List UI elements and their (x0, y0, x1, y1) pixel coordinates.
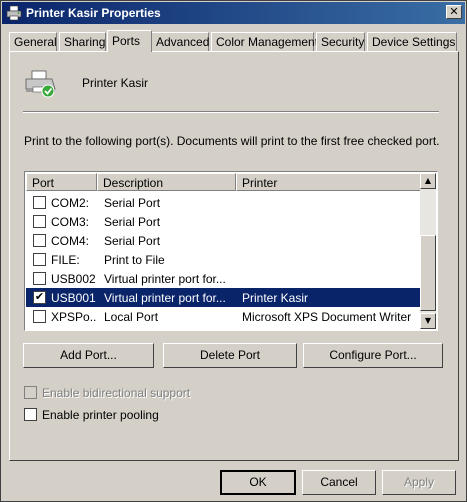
port-name: USB001 (51, 291, 96, 305)
port-row-com4[interactable]: COM4: Serial Port (26, 231, 422, 250)
port-row-file[interactable]: FILE: Print to File (26, 250, 422, 269)
port-name: COM3: (51, 215, 90, 229)
bidirectional-checkbox (24, 386, 37, 399)
printer-name: Printer Kasir (82, 76, 149, 90)
port-row-xpsport[interactable]: XPSPo... Local Port Microsoft XPS Docume… (26, 307, 422, 326)
port-checkbox-checked[interactable]: ✔ (33, 291, 46, 304)
bidirectional-label: Enable bidirectional support (42, 386, 191, 400)
arrow-up-icon: ▲ (424, 176, 432, 185)
apply-button: Apply (382, 470, 456, 495)
port-row-com3[interactable]: COM3: Serial Port (26, 212, 422, 231)
column-port[interactable]: Port (26, 173, 97, 191)
scroll-down-button[interactable]: ▼ (420, 313, 436, 329)
port-description: Print to File (104, 253, 165, 267)
checkmark-icon: ✔ (34, 291, 45, 303)
port-name: COM4: (51, 234, 90, 248)
scroll-up-button[interactable]: ▲ (420, 173, 436, 189)
port-name: FILE: (51, 253, 80, 267)
port-description: Virtual printer port for... (104, 272, 226, 286)
port-name: COM2: (51, 196, 90, 210)
tab-advanced[interactable]: Advanced (151, 32, 209, 51)
tab-device-settings[interactable]: Device Settings (367, 32, 457, 51)
title-bar[interactable]: Printer Kasir Properties ✕ (2, 2, 465, 24)
tab-general[interactable]: General (9, 32, 57, 51)
ports-list-body: Port Description Printer COM2: Serial Po… (26, 173, 422, 329)
port-description: Local Port (104, 310, 159, 324)
port-description: Serial Port (104, 215, 161, 229)
port-row-usb001[interactable]: ✔ USB001 Virtual printer port for... Pri… (26, 288, 422, 307)
divider (23, 111, 439, 113)
close-icon: ✕ (449, 5, 459, 18)
port-name: XPSPo... (51, 310, 96, 324)
properties-dialog: Printer Kasir Properties ✕ General Shari… (0, 0, 467, 502)
port-name: USB002 (51, 272, 96, 286)
tab-sharing[interactable]: Sharing (59, 32, 106, 51)
ports-instructions: Print to the following port(s). Document… (24, 134, 440, 148)
port-description: Serial Port (104, 234, 161, 248)
printer-icon (6, 5, 22, 21)
tab-color-management[interactable]: Color Management (211, 32, 318, 51)
port-printer: Microsoft XPS Document Writer (242, 310, 412, 324)
ok-button[interactable]: OK (220, 470, 296, 495)
port-description: Virtual printer port for... (104, 291, 226, 305)
scroll-thumb[interactable] (420, 235, 436, 311)
port-checkbox[interactable] (33, 253, 46, 266)
delete-port-button[interactable]: Delete Port (163, 343, 297, 368)
pooling-checkbox[interactable] (24, 408, 37, 421)
port-checkbox[interactable] (33, 215, 46, 228)
vertical-scrollbar[interactable]: ▲ ▼ (420, 173, 436, 329)
port-printer: Printer Kasir (242, 291, 309, 305)
port-description: Serial Port (104, 196, 161, 210)
window-title: Printer Kasir Properties (26, 6, 161, 20)
arrow-down-icon: ▼ (424, 316, 432, 325)
port-checkbox[interactable] (33, 234, 46, 247)
pooling-label[interactable]: Enable printer pooling (42, 408, 159, 422)
port-row-usb002[interactable]: USB002 Virtual printer port for... (26, 269, 422, 288)
configure-port-button[interactable]: Configure Port... (303, 343, 443, 368)
port-checkbox[interactable] (33, 196, 46, 209)
column-printer[interactable]: Printer (236, 173, 422, 191)
ports-list[interactable]: Port Description Printer COM2: Serial Po… (24, 171, 438, 331)
ports-list-header: Port Description Printer (26, 173, 422, 191)
column-description[interactable]: Description (97, 173, 236, 191)
port-row-com2[interactable]: COM2: Serial Port (26, 193, 422, 212)
close-button[interactable]: ✕ (446, 5, 462, 19)
tab-ports[interactable]: Ports (107, 30, 152, 52)
printer-shared-icon (25, 70, 56, 98)
tab-strip: General Sharing Ports Advanced Color Man… (9, 30, 461, 52)
tab-security[interactable]: Security (316, 32, 365, 51)
add-port-button[interactable]: Add Port... (23, 343, 154, 368)
cancel-button[interactable]: Cancel (302, 470, 376, 495)
port-checkbox[interactable] (33, 310, 46, 323)
port-checkbox[interactable] (33, 272, 46, 285)
